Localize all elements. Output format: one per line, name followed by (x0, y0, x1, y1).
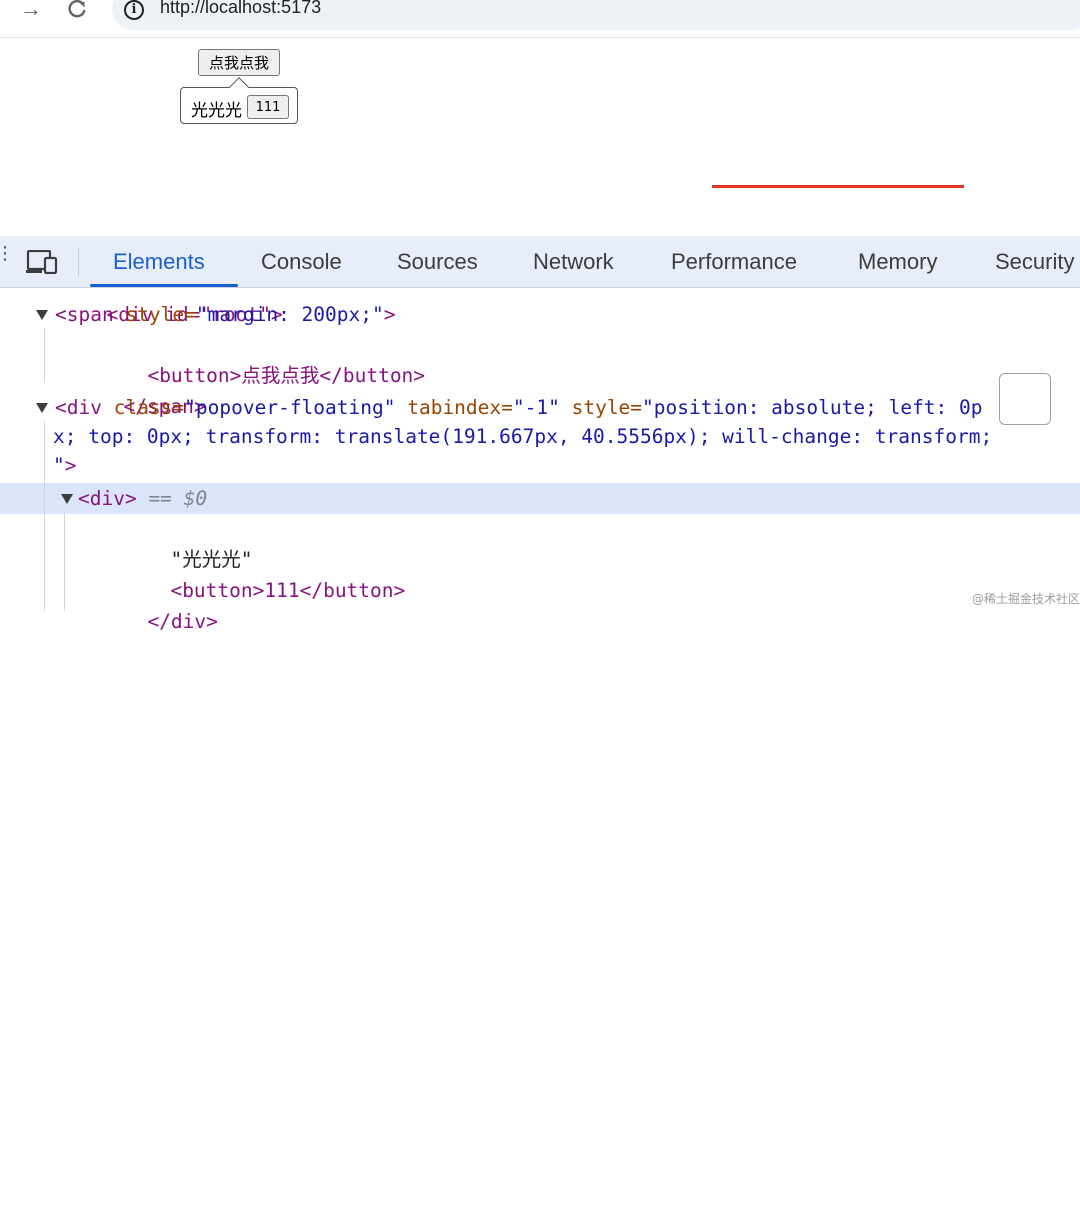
inner-button-line[interactable]: <button>111</button> (100, 546, 405, 602)
expand-triangle-icon[interactable] (36, 310, 48, 320)
div-popover-line-wrap[interactable]: x; top: 0px; transform: translate(191.66… (53, 422, 992, 452)
tab-performance[interactable]: Performance (671, 249, 797, 275)
devtools-panel: ⋮ Elements Console Sources Network Perfo… (0, 236, 1080, 633)
watermark: @稀土掘金技术社区 (972, 592, 1080, 606)
address-bar[interactable]: i http://localhost:5173 (112, 0, 1080, 30)
root-div-line[interactable]: <div id="root"> (36, 270, 282, 326)
tab-memory[interactable]: Memory (858, 249, 937, 275)
browser-toolbar: → i http://localhost:5173 (0, 0, 1080, 38)
expand-triangle-icon[interactable] (61, 494, 73, 504)
div-popover-line[interactable]: <div class="popover-floating" tabindex="… (55, 393, 983, 423)
annotation-underline (712, 185, 964, 188)
button-node-line[interactable]: <button>点我点我</button> (77, 331, 425, 387)
reload-icon[interactable] (66, 0, 88, 26)
inner-div-line[interactable]: <div> == $0 (78, 484, 207, 514)
tab-security[interactable]: Security (995, 249, 1074, 275)
inner-div-close-line[interactable]: </div> (77, 577, 217, 633)
div-popover-line-end[interactable]: "> (53, 451, 77, 481)
accessibility-icon (1070, 397, 1080, 449)
popover: 光光光 111 (180, 77, 298, 124)
popover-text: 光光光 (191, 101, 242, 121)
click-me-button[interactable]: 点我点我 (198, 49, 280, 76)
popover-button[interactable]: 111 (247, 95, 289, 119)
elements-tree: <div id="root"> <span style="margin: 200… (0, 288, 1080, 633)
tab-network[interactable]: Network (533, 249, 614, 275)
info-icon[interactable]: i (124, 0, 144, 20)
more-menu-icon[interactable]: ⋮ (0, 244, 14, 272)
span-node-line[interactable]: <span style="margin: 200px;"> (55, 300, 395, 330)
text-node-line[interactable]: "光光光" (100, 515, 252, 571)
url-text[interactable]: http://localhost:5173 (160, 0, 321, 18)
tree-guide-line (44, 421, 45, 611)
tab-sources[interactable]: Sources (397, 249, 478, 275)
accessibility-tree-button[interactable] (999, 373, 1051, 425)
expand-triangle-icon[interactable] (36, 403, 48, 413)
popover-arrow (229, 77, 249, 97)
tree-guide-line (64, 514, 65, 611)
arrow-right-icon[interactable]: → (20, 0, 42, 22)
span-close-line[interactable]: </span> (53, 362, 205, 418)
